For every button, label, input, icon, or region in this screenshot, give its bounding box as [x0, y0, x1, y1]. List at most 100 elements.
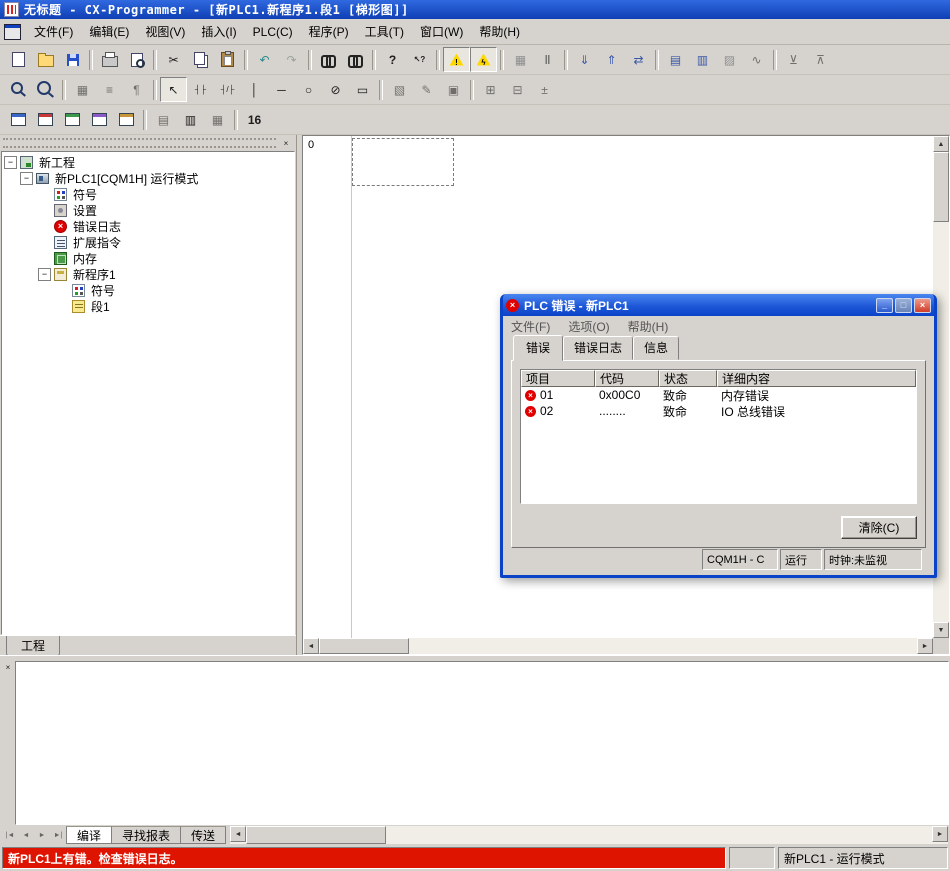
tab-find-report[interactable]: 寻找报表 — [111, 826, 181, 844]
collapse-icon[interactable]: − — [20, 172, 33, 185]
tree-item-program-symbols[interactable]: 符号 — [2, 282, 294, 298]
clear-button[interactable]: 清除(C) — [841, 516, 917, 539]
immediate-refresh-button[interactable]: ▣ — [440, 77, 467, 102]
open-button[interactable] — [32, 47, 59, 72]
dialog-menu-file[interactable]: 文件(F) — [511, 318, 550, 335]
show-comments-button[interactable]: ≡ — [96, 77, 123, 102]
tree-item-program[interactable]: − 新程序1 — [2, 266, 294, 282]
scroll-right-icon[interactable]: ► — [932, 826, 948, 842]
collapse-icon[interactable]: − — [4, 156, 17, 169]
maximize-button[interactable]: □ — [895, 298, 912, 313]
force-on-button[interactable]: ⊻ — [780, 47, 807, 72]
find-button[interactable] — [315, 47, 342, 72]
redo-button[interactable]: ↷ — [278, 47, 305, 72]
tab-scroll-left-icon[interactable]: ◄ — [18, 826, 34, 844]
pause-monitor-button[interactable]: ‖ — [534, 47, 561, 72]
ladder-monitor-button[interactable]: ▦ — [507, 47, 534, 72]
scroll-up-icon[interactable]: ▲ — [933, 136, 949, 152]
header-code[interactable]: 代码 — [595, 370, 659, 387]
force-off-button[interactable]: ⊼ — [807, 47, 834, 72]
view-ladder-button[interactable] — [32, 107, 59, 132]
differentiate-up-button[interactable]: ⊞ — [477, 77, 504, 102]
grid-button[interactable]: ▦ — [69, 77, 96, 102]
output-hscrollbar[interactable]: ◄ ► — [230, 826, 948, 844]
header-item[interactable]: 项目 — [521, 370, 595, 387]
differential-monitor-button[interactable]: ▨ — [716, 47, 743, 72]
help-button[interactable]: ? — [379, 47, 406, 72]
error-row[interactable]: 02 ........ 致命 IO 总线错误 — [521, 403, 916, 419]
new-closed-coil-button[interactable]: ⊘ — [322, 77, 349, 102]
view-io-comment-button[interactable] — [113, 107, 140, 132]
upload-button[interactable]: ⇑ — [598, 47, 625, 72]
scroll-track[interactable] — [246, 826, 932, 844]
watch-window-button[interactable]: ▤ — [150, 107, 177, 132]
tree-item-error-log[interactable]: 错误日志 — [2, 218, 294, 234]
cut-button[interactable]: ✂ — [160, 47, 187, 72]
scroll-right-icon[interactable]: ► — [917, 638, 933, 654]
download-button[interactable]: ⇓ — [571, 47, 598, 72]
compare-button[interactable]: ⇄ — [625, 47, 652, 72]
close-icon[interactable]: × — [1, 661, 15, 673]
new-file-button[interactable] — [5, 47, 32, 72]
edit-io-comment-button[interactable]: ▧ — [386, 77, 413, 102]
tree-item-symbols[interactable]: 符号 — [2, 186, 294, 202]
menu-tools[interactable]: 工具(T) — [357, 20, 412, 43]
menu-plc[interactable]: PLC(C) — [245, 22, 301, 42]
dialog-menu-help[interactable]: 帮助(H) — [628, 318, 669, 335]
tab-scroll-last-icon[interactable]: ►| — [50, 826, 66, 844]
zoom-out-button[interactable] — [32, 77, 59, 102]
select-tool-button[interactable]: ↖ — [160, 77, 187, 102]
monitor-clock-button[interactable]: ▥ — [689, 47, 716, 72]
close-button[interactable]: × — [914, 298, 931, 313]
save-button[interactable] — [59, 47, 86, 72]
invert-button[interactable]: ± — [531, 77, 558, 102]
ladder-hscrollbar[interactable]: ◄ ► — [303, 638, 933, 654]
paste-button[interactable] — [214, 47, 241, 72]
collapse-icon[interactable]: − — [38, 268, 51, 281]
memory-window-button[interactable]: ▦ — [204, 107, 231, 132]
scroll-thumb[interactable] — [246, 826, 386, 844]
menu-help[interactable]: 帮助(H) — [471, 20, 528, 43]
scroll-left-icon[interactable]: ◄ — [303, 638, 319, 654]
view-cross-reference-button[interactable] — [86, 107, 113, 132]
view-mnemonics-button[interactable] — [5, 107, 32, 132]
context-help-button[interactable]: ↖? — [406, 47, 433, 72]
tree-item-expansion-instructions[interactable]: 扩展指令 — [2, 234, 294, 250]
scroll-down-icon[interactable]: ▼ — [933, 622, 949, 638]
monitor-button[interactable]: ▤ — [662, 47, 689, 72]
error-row[interactable]: 01 0x00C0 致命 内存错误 — [521, 387, 916, 403]
menu-view[interactable]: 视图(V) — [137, 20, 193, 43]
panel-grip[interactable]: × — [0, 135, 296, 151]
drag-handle-icon[interactable] — [3, 138, 276, 148]
new-closed-contact-button[interactable]: ┤/├ — [214, 77, 241, 102]
scroll-thumb[interactable] — [933, 152, 949, 222]
copy-button[interactable] — [187, 47, 214, 72]
tab-messages[interactable]: 信息 — [633, 336, 679, 360]
tab-errors[interactable]: 错误 — [513, 335, 563, 361]
menu-file[interactable]: 文件(F) — [26, 20, 81, 43]
tree-item-section1[interactable]: 段1 — [2, 298, 294, 314]
print-preview-button[interactable] — [123, 47, 150, 72]
dialog-titlebar[interactable]: PLC 错误 - 新PLC1 _ □ × — [503, 294, 934, 316]
scroll-track[interactable] — [319, 638, 917, 654]
view-symbols-button[interactable] — [59, 107, 86, 132]
header-status[interactable]: 状态 — [659, 370, 717, 387]
undo-button[interactable]: ↶ — [251, 47, 278, 72]
menu-program[interactable]: 程序(P) — [301, 20, 357, 43]
scroll-left-icon[interactable]: ◄ — [230, 826, 246, 842]
differentiate-down-button[interactable]: ⊟ — [504, 77, 531, 102]
minimize-button[interactable]: _ — [876, 298, 893, 313]
scroll-thumb[interactable] — [319, 638, 409, 654]
new-contact-button[interactable]: ┤├ — [187, 77, 214, 102]
header-detail[interactable]: 详细内容 — [717, 370, 916, 387]
horizontal-line-button[interactable]: ─ — [268, 77, 295, 102]
tree-item-memory[interactable]: 内存 — [2, 250, 294, 266]
print-button[interactable] — [96, 47, 123, 72]
online-edit-compile-button[interactable] — [470, 47, 497, 72]
find-replace-button[interactable] — [342, 47, 369, 72]
tab-transfer[interactable]: 传送 — [180, 826, 226, 844]
new-instruction-button[interactable]: ▭ — [349, 77, 376, 102]
zoom-in-button[interactable] — [5, 77, 32, 102]
edit-rung-comment-button[interactable]: ✎ — [413, 77, 440, 102]
tab-scroll-first-icon[interactable]: |◄ — [2, 826, 18, 844]
